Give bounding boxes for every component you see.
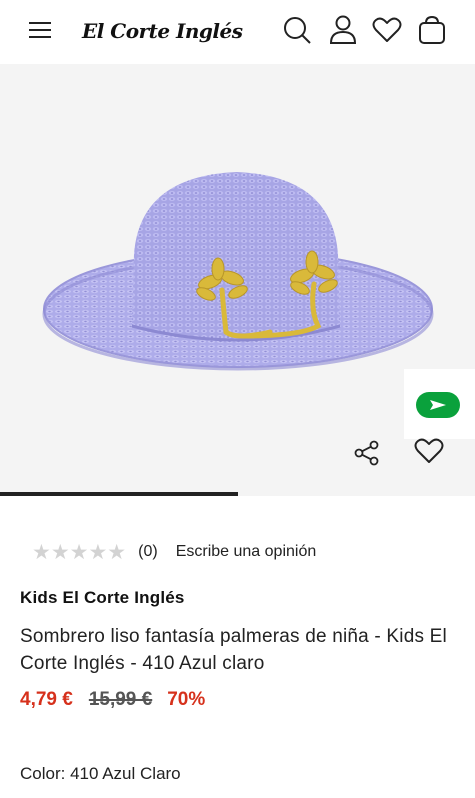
heart-outline-icon[interactable] [414,436,444,466]
product-image-gallery[interactable] [0,64,475,496]
discount-badge: 70% [167,689,206,710]
product-title: Sombrero liso fantasía palmeras de niña … [20,626,447,674]
hamburger-menu-icon[interactable] [29,19,53,41]
color-selection-label: Color: 410 Azul Claro [20,764,181,783]
rating-count: (0) [138,543,158,560]
rating-row: ★★★★★ (0) Escribe una opinión [32,541,316,563]
gallery-progress-fill [0,492,238,496]
original-price: 15,99 € [88,689,153,710]
price-row: 4,79 € 15,99 € 70% [20,689,205,711]
current-price: 4,79 € [20,689,73,710]
send-arrow-icon[interactable] [416,392,460,418]
write-review-link[interactable]: Escribe una opinión [176,543,317,561]
shopping-bag-icon[interactable] [417,14,447,46]
search-icon[interactable] [282,14,312,46]
top-header: El Corte Inglés [0,0,475,62]
chat-badge[interactable] [404,369,475,439]
user-icon[interactable] [328,14,358,46]
heart-icon[interactable] [372,14,402,46]
brand-logo[interactable]: El Corte Inglés [82,14,243,48]
gallery-progress-bar [0,492,475,496]
share-icon[interactable] [352,438,382,468]
rating-stars: ★★★★★ [32,540,127,564]
product-brand[interactable]: Kids El Corte Inglés [20,588,185,608]
